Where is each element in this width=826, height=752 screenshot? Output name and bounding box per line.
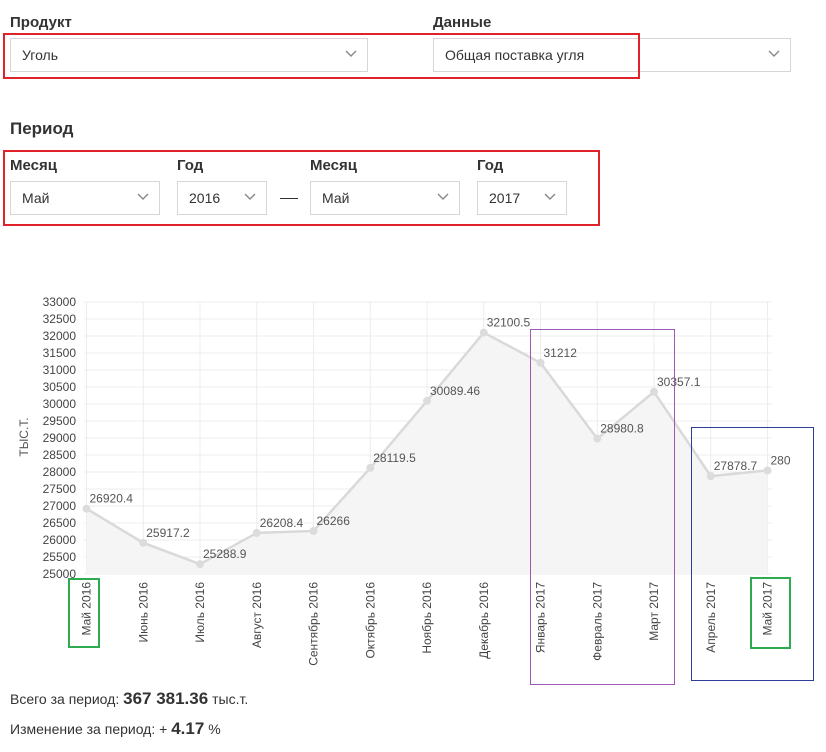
y-tick-label: 26000 (43, 533, 77, 547)
y-tick-label: 33000 (43, 295, 77, 309)
data-label: 31212 (544, 346, 578, 360)
data-label: 280 (771, 453, 791, 467)
data-point[interactable] (479, 328, 488, 337)
y-tick-label: 26500 (43, 516, 77, 530)
x-tick-label: Октябрь 2016 (363, 582, 377, 659)
data-point[interactable] (536, 358, 545, 367)
data-point[interactable] (366, 463, 375, 472)
data-point[interactable] (763, 466, 772, 475)
x-tick-label: Декабрь 2016 (477, 582, 491, 659)
supply-chart: 25000 25500 26000 26500 27000 27500 28000 28500… (17, 295, 791, 666)
data-point[interactable] (196, 560, 204, 569)
x-tick-label: Апрель 2017 (704, 582, 718, 653)
y-tick-label: 28500 (43, 448, 77, 462)
data-label: 32100.5 (487, 316, 531, 330)
total-summary: Всего за период: 367 381.36 тыс.т. (10, 689, 248, 709)
data-point[interactable] (423, 396, 431, 405)
x-tick-label: Ноябрь 2016 (420, 582, 434, 654)
y-tick-label: 32000 (43, 329, 77, 343)
data-point[interactable] (593, 434, 602, 443)
y-tick-label: 27000 (43, 499, 77, 513)
y-tick-label: 29500 (43, 414, 77, 428)
x-tick-label: Май 2016 (80, 582, 94, 636)
x-tick-label: Июль 2016 (193, 582, 207, 643)
x-tick-label: Май 2017 (761, 582, 775, 636)
data-label: 30357.1 (657, 375, 701, 389)
data-point[interactable] (650, 387, 658, 396)
data-point[interactable] (706, 472, 715, 481)
data-point[interactable] (139, 538, 148, 547)
y-tick-label: 25000 (43, 567, 77, 581)
data-label: 28980.8 (600, 422, 644, 436)
data-label: 26208.4 (260, 516, 304, 530)
change-value: 4.17 (171, 719, 205, 738)
data-point[interactable] (309, 526, 318, 535)
data-point[interactable] (82, 504, 91, 513)
y-tick-label: 30000 (43, 397, 77, 411)
y-tick-label: 27500 (43, 482, 77, 496)
change-label: Изменение за период: (10, 721, 156, 737)
y-tick-label: 29000 (43, 431, 77, 445)
y-tick-label: 25500 (43, 550, 77, 564)
change-sign: + (159, 721, 168, 737)
y-tick-label: 30500 (43, 380, 77, 394)
data-label: 26266 (317, 514, 351, 528)
y-tick-label: 28000 (43, 465, 77, 479)
data-label: 28119.5 (373, 451, 416, 465)
x-tick-label: Август 2016 (250, 582, 264, 648)
y-tick-label: 31000 (43, 363, 77, 377)
x-tick-label: Сентябрь 2016 (307, 582, 321, 666)
data-label: 26920.4 (90, 492, 134, 506)
data-point[interactable] (252, 528, 261, 537)
x-tick-label: Июнь 2016 (136, 582, 150, 643)
x-tick-label: Январь 2017 (534, 582, 548, 653)
change-unit: % (208, 721, 221, 737)
data-label: 30089.46 (430, 384, 480, 398)
change-summary: Изменение за период: + 4.17 % (10, 719, 221, 739)
data-label: 25288.9 (203, 547, 247, 561)
data-label: 27878.7 (714, 459, 758, 473)
total-value: 367 381.36 (123, 689, 209, 708)
data-label: 25917.2 (146, 526, 190, 540)
y-axis-label: ТЫС.Т. (17, 417, 31, 456)
x-tick-label: Март 2017 (647, 582, 661, 641)
y-tick-label: 31500 (43, 346, 77, 360)
total-unit: тыс.т. (212, 691, 249, 707)
y-tick-label: 32500 (43, 312, 77, 326)
x-tick-label: Февраль 2017 (590, 582, 604, 661)
total-label: Всего за период: (10, 691, 120, 707)
